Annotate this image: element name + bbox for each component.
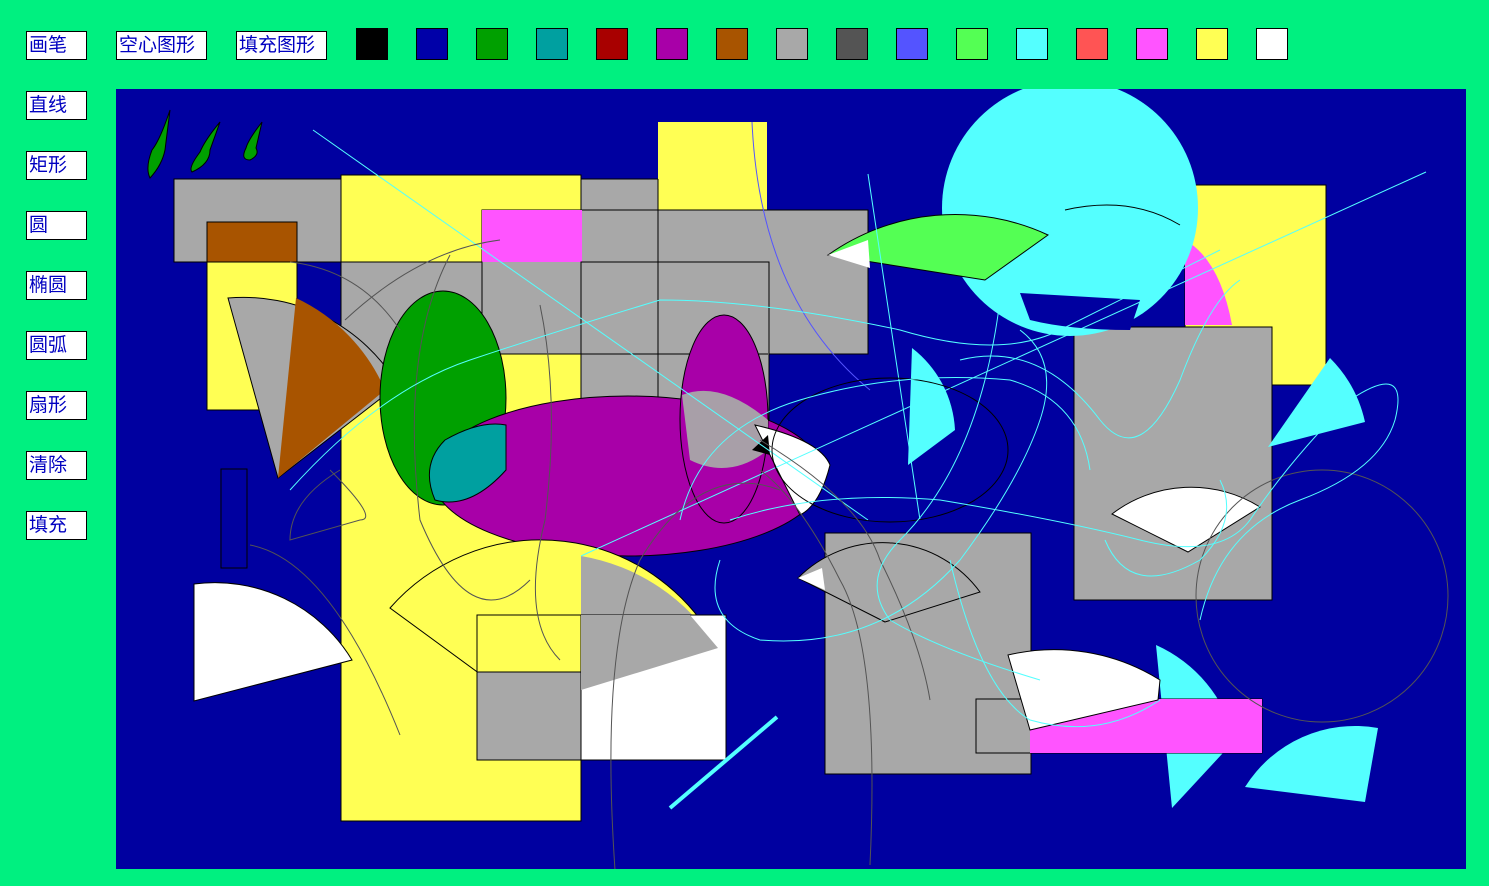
color-swatch-light-magenta[interactable] xyxy=(1136,28,1168,60)
drawn-sector xyxy=(1245,725,1378,802)
line-tool-button[interactable]: 直线 xyxy=(26,91,87,120)
circle-tool-button[interactable]: 圆 xyxy=(26,211,87,240)
drawn-rect xyxy=(482,210,582,262)
color-swatch-light-gray[interactable] xyxy=(776,28,808,60)
color-swatch-light-green[interactable] xyxy=(956,28,988,60)
drawing-canvas[interactable] xyxy=(116,89,1466,869)
color-swatch-green[interactable] xyxy=(476,28,508,60)
pen-button[interactable]: 画笔 xyxy=(26,31,87,60)
color-swatch-yellow[interactable] xyxy=(1196,28,1228,60)
color-swatch-teal[interactable] xyxy=(536,28,568,60)
drawn-rect xyxy=(476,671,582,761)
rectangle-tool-button[interactable]: 矩形 xyxy=(26,151,87,180)
color-swatch-purple[interactable] xyxy=(656,28,688,60)
ellipse-tool-button[interactable]: 椭圆 xyxy=(26,271,87,300)
fill-tool-button[interactable]: 填充 xyxy=(26,511,87,540)
color-swatch-dark-red[interactable] xyxy=(596,28,628,60)
drawn-sector xyxy=(908,348,955,465)
color-swatch-brown[interactable] xyxy=(716,28,748,60)
arc-tool-button[interactable]: 圆弧 xyxy=(26,331,87,360)
color-swatch-light-blue[interactable] xyxy=(896,28,928,60)
canvas-drawing xyxy=(147,89,1449,869)
outline-shape-button[interactable]: 空心图形 xyxy=(116,31,207,60)
color-swatch-dark-gray[interactable] xyxy=(836,28,868,60)
drawn-rect xyxy=(206,221,298,263)
drawn-rect xyxy=(658,122,767,212)
sector-tool-button[interactable]: 扇形 xyxy=(26,391,87,420)
color-swatch-light-red[interactable] xyxy=(1076,28,1108,60)
color-swatch-light-cyan[interactable] xyxy=(1016,28,1048,60)
drawn-rect xyxy=(1073,326,1273,601)
color-swatch-white[interactable] xyxy=(1256,28,1288,60)
filled-shape-button[interactable]: 填充图形 xyxy=(236,31,327,60)
drawn-rect xyxy=(220,468,248,569)
color-swatch-navy[interactable] xyxy=(416,28,448,60)
color-swatch-black[interactable] xyxy=(356,28,388,60)
clear-button[interactable]: 清除 xyxy=(26,451,87,480)
